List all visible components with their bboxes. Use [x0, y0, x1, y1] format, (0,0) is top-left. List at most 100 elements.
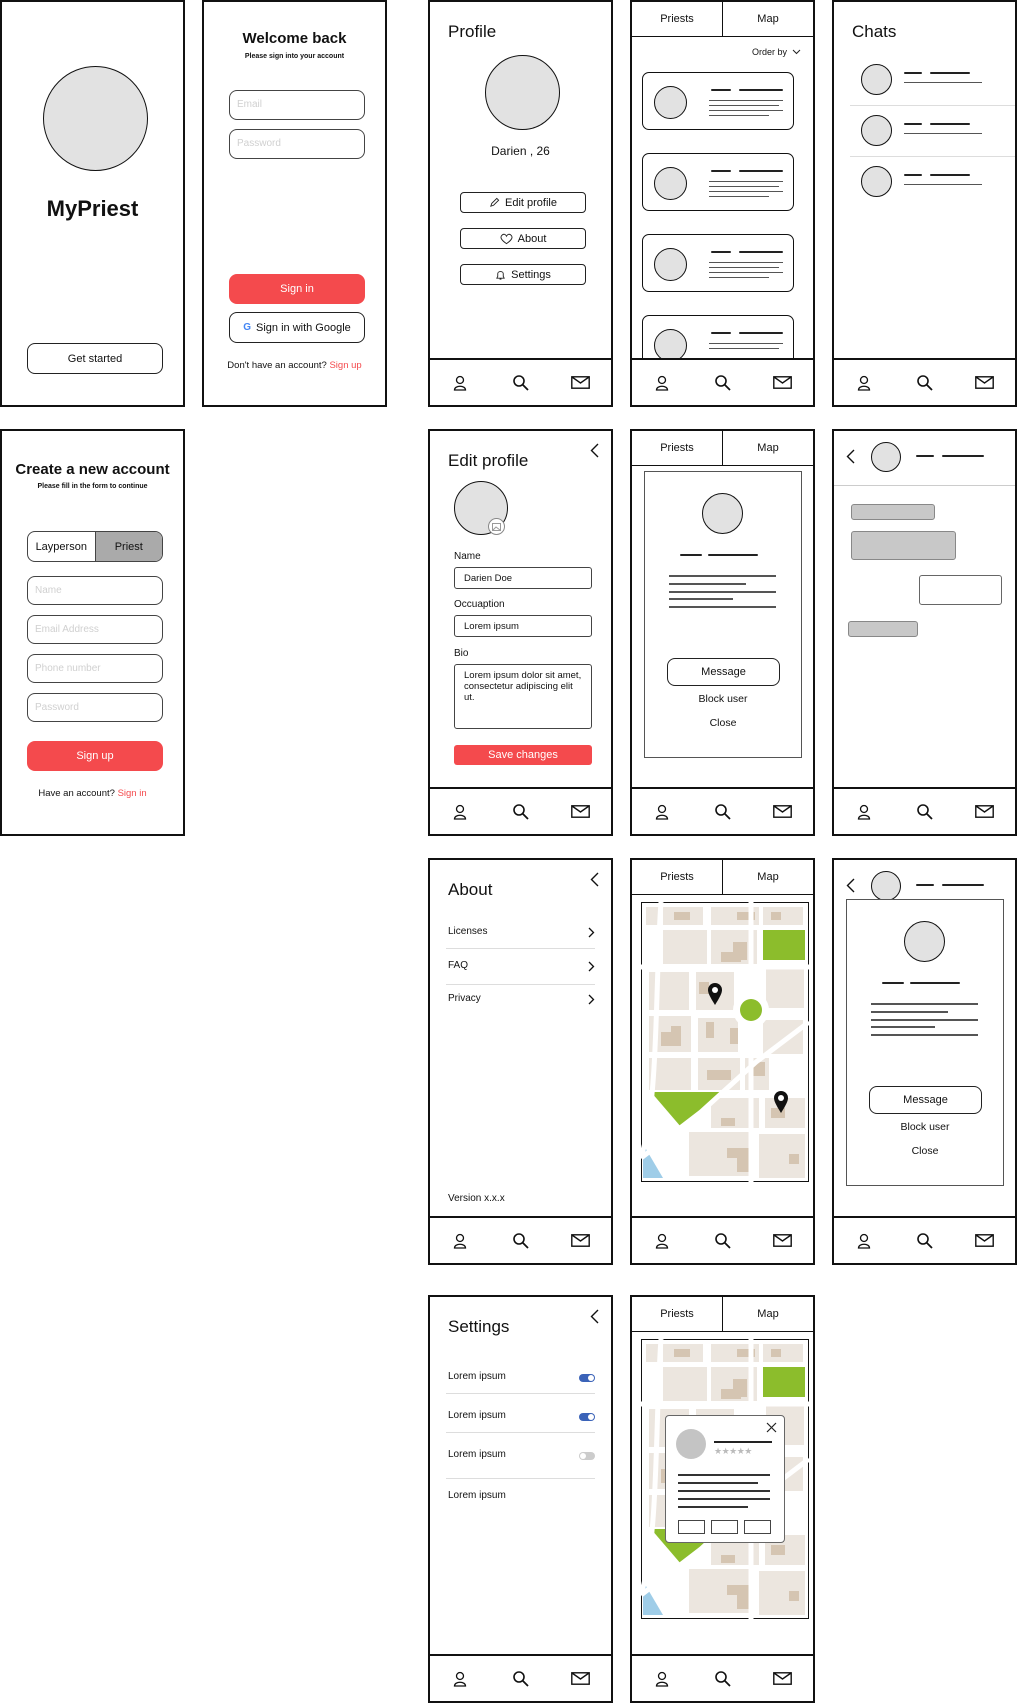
close-icon[interactable]	[766, 1422, 777, 1433]
get-started-button[interactable]: Get started	[27, 343, 163, 374]
mail-icon[interactable]	[561, 1234, 601, 1247]
search-icon[interactable]	[904, 1232, 944, 1249]
search-icon[interactable]	[500, 1670, 540, 1687]
user-icon[interactable]	[440, 375, 480, 391]
avatar	[871, 442, 901, 472]
about-button[interactable]: About	[460, 228, 586, 249]
search-icon[interactable]	[702, 1670, 742, 1687]
tab-map[interactable]: Map	[723, 431, 813, 465]
setting-toggle[interactable]	[579, 1374, 595, 1382]
map-view[interactable]	[638, 901, 811, 1183]
bio-textarea[interactable]: Lorem ipsum dolor sit amet, consectetur …	[454, 664, 592, 729]
bottom-nav	[834, 1216, 1015, 1263]
user-icon[interactable]	[642, 1671, 682, 1687]
setting-label[interactable]: Lorem ipsum	[448, 1490, 506, 1501]
sign-in-link[interactable]: Sign in	[118, 788, 147, 799]
mail-icon[interactable]	[965, 1234, 1005, 1247]
user-icon[interactable]	[844, 1233, 884, 1249]
google-sign-in-button[interactable]: G Sign in with Google	[229, 312, 365, 343]
user-icon[interactable]	[642, 804, 682, 820]
avatar	[654, 248, 687, 281]
mail-icon[interactable]	[561, 1672, 601, 1685]
block-user-button[interactable]: Block user	[847, 1121, 1003, 1133]
mail-icon[interactable]	[763, 805, 803, 818]
search-icon[interactable]	[702, 374, 742, 391]
tab-priests[interactable]: Priests	[632, 1297, 723, 1331]
phone-field[interactable]: Phone number	[27, 654, 163, 683]
chats-screen: Chats	[832, 0, 1017, 407]
map-pin-icon[interactable]	[707, 982, 723, 1006]
user-icon[interactable]	[440, 1233, 480, 1249]
tab-map[interactable]: Map	[723, 2, 813, 36]
tab-map[interactable]: Map	[723, 860, 813, 894]
search-icon[interactable]	[904, 374, 944, 391]
search-icon[interactable]	[500, 1232, 540, 1249]
popup-action-button[interactable]	[711, 1520, 738, 1534]
sign-in-button[interactable]: Sign in	[229, 274, 365, 304]
order-by-dropdown[interactable]: Order by	[752, 47, 801, 57]
save-changes-button[interactable]: Save changes	[454, 745, 592, 765]
back-icon[interactable]	[590, 872, 599, 892]
mail-icon[interactable]	[763, 1234, 803, 1247]
layperson-option[interactable]: Layperson	[28, 532, 96, 561]
tab-bar: Priests Map	[632, 1297, 813, 1332]
tab-priests[interactable]: Priests	[632, 431, 723, 465]
user-icon[interactable]	[440, 804, 480, 820]
message-button[interactable]: Message	[869, 1086, 982, 1114]
user-icon[interactable]	[440, 1671, 480, 1687]
user-icon[interactable]	[642, 375, 682, 391]
map-pin-icon[interactable]	[773, 1090, 789, 1114]
back-icon[interactable]	[590, 443, 599, 463]
email-field[interactable]: Email	[229, 90, 365, 120]
mail-icon[interactable]	[561, 376, 601, 389]
splash-screen: MyPriest Get started	[0, 0, 185, 407]
sign-up-button[interactable]: Sign up	[27, 741, 163, 771]
close-button[interactable]: Close	[847, 1145, 1003, 1157]
mail-icon[interactable]	[965, 376, 1005, 389]
popup-action-button[interactable]	[678, 1520, 705, 1534]
settings-button[interactable]: Settings	[460, 264, 586, 285]
mail-icon[interactable]	[763, 1672, 803, 1685]
search-icon[interactable]	[702, 1232, 742, 1249]
back-icon[interactable]	[846, 449, 855, 469]
password-field[interactable]: Password	[229, 129, 365, 159]
priest-option[interactable]: Priest	[95, 532, 162, 561]
back-icon[interactable]	[590, 1309, 599, 1329]
name-input[interactable]: Darien Doe	[454, 567, 592, 589]
name-field[interactable]: Name	[27, 576, 163, 605]
priest-card[interactable]	[642, 234, 794, 292]
close-button[interactable]: Close	[645, 717, 801, 729]
tab-map[interactable]: Map	[723, 1297, 813, 1331]
bottom-nav	[632, 787, 813, 834]
avatar	[904, 921, 945, 962]
tab-priests[interactable]: Priests	[632, 860, 723, 894]
search-icon[interactable]	[702, 803, 742, 820]
sign-up-link[interactable]: Sign up	[329, 360, 361, 371]
change-photo-button[interactable]	[488, 518, 505, 535]
priest-map-popup: ★★★★★	[665, 1415, 785, 1543]
popup-action-button[interactable]	[744, 1520, 771, 1534]
block-user-button[interactable]: Block user	[645, 693, 801, 705]
search-icon[interactable]	[500, 374, 540, 391]
edit-profile-button[interactable]: Edit profile	[460, 192, 586, 213]
user-icon[interactable]	[642, 1233, 682, 1249]
priest-card[interactable]	[642, 153, 794, 211]
search-icon[interactable]	[500, 803, 540, 820]
user-icon[interactable]	[844, 375, 884, 391]
mail-icon[interactable]	[965, 805, 1005, 818]
user-icon[interactable]	[844, 804, 884, 820]
setting-toggle[interactable]	[579, 1413, 595, 1421]
email-field[interactable]: Email Address	[27, 615, 163, 644]
edit-profile-screen: Edit profile Name Darien Doe Occuaption …	[428, 429, 613, 836]
setting-toggle[interactable]	[579, 1452, 595, 1460]
priest-card[interactable]	[642, 72, 794, 130]
search-icon[interactable]	[904, 803, 944, 820]
mail-icon[interactable]	[763, 376, 803, 389]
occupation-input[interactable]: Lorem ipsum	[454, 615, 592, 637]
tab-priests[interactable]: Priests	[632, 2, 723, 36]
priest-detail-screen: Priests Map Message Block user Close	[630, 429, 815, 836]
mail-icon[interactable]	[561, 805, 601, 818]
password-field[interactable]: Password	[27, 693, 163, 722]
message-button[interactable]: Message	[667, 658, 780, 686]
back-icon[interactable]	[846, 878, 855, 898]
